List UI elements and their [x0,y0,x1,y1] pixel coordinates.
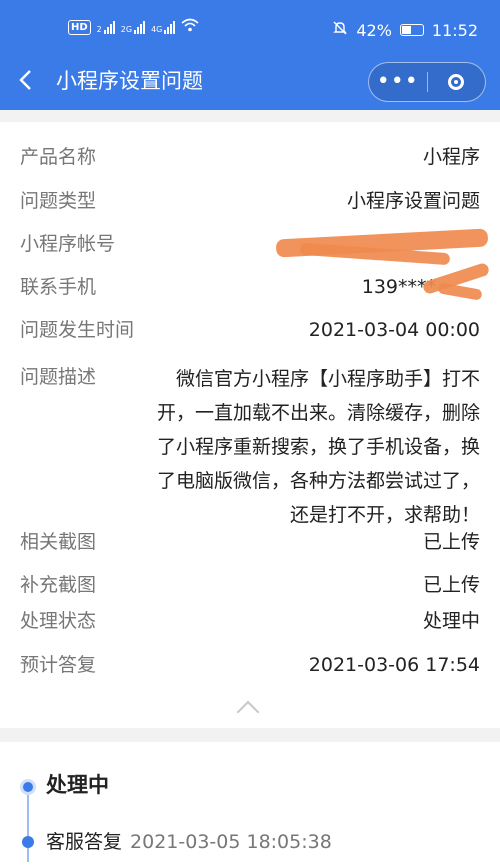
battery-icon [399,24,424,36]
status-value: 处理中 [422,610,480,632]
timeline-entry[interactable]: 客服答复 2021-03-05 18:05:38 [46,828,332,856]
row-phone: 联系手机 139**** [20,274,480,300]
description-value: 微信官方小程序【小程序助手】打不开，一直加载不出来。清除缓存，删除了小程序重新搜… [156,368,480,526]
product-name-label: 产品名称 [20,146,97,168]
ticket-details-card: 产品名称 小程序 问题类型 小程序设置问题 小程序帐号 联系手机 139****… [0,122,500,728]
occur-time-label: 问题发生时间 [20,319,135,341]
screenshots-label: 相关截图 [20,531,97,553]
issue-type-value: 小程序设置问题 [346,190,480,212]
timeline-entry-dot [22,836,34,848]
close-circle-icon[interactable] [428,74,486,90]
expected-reply-label: 预计答复 [20,654,97,676]
product-name-value: 小程序 [422,146,480,168]
wifi-icon [181,18,199,36]
extra-screenshots-label: 补充截图 [20,574,97,596]
top-bar: HD 2 2G 4G 42% 11:52 小程序设置问题 ••• [0,0,500,110]
phone-label: 联系手机 [20,276,97,298]
more-dots-icon[interactable]: ••• [369,65,427,99]
mute-bell-icon [332,20,348,40]
timeline-line [27,792,29,862]
description-label: 问题描述 [20,366,97,388]
status-bar: HD 2 2G 4G 42% 11:52 [0,0,500,58]
row-product-name: 产品名称 小程序 [20,144,480,170]
row-extra-screenshots: 补充截图 已上传 [20,572,480,598]
screenshots-value[interactable]: 已上传 [423,529,480,555]
expected-reply-value: 2021-03-06 17:54 [308,654,480,676]
timeline-current-status: 处理中 [46,773,109,797]
extra-screenshots-value[interactable]: 已上传 [423,572,480,598]
hd-badge: HD [68,19,91,35]
issue-type-label: 问题类型 [20,190,97,212]
row-occur-time: 问题发生时间 2021-03-04 00:00 [20,317,480,343]
navigation-bar: 小程序设置问题 ••• [0,58,500,106]
account-label: 小程序帐号 [20,233,116,255]
timeline-entry-label: 客服答复 [46,831,123,853]
status-label: 处理状态 [20,610,97,632]
row-screenshots: 相关截图 已上传 [20,529,480,555]
clock: 11:52 [431,20,478,40]
row-expected-reply: 预计答复 2021-03-06 17:54 [20,652,480,678]
timeline-current-dot [20,779,36,795]
collapse-chevron-icon[interactable] [236,700,260,724]
back-icon[interactable] [18,62,32,100]
timeline-card: 处理中 客服答复 2021-03-05 18:05:38 [0,742,500,866]
battery-percent: 42% [356,20,392,40]
timeline-entry-time: 2021-03-05 18:05:38 [130,831,332,853]
signal-4g-icon: 4G [151,20,176,34]
occur-time-value: 2021-03-04 00:00 [308,319,480,341]
status-left: HD 2 2G 4G [68,18,199,36]
status-right: 42% 11:52 [332,20,478,40]
mini-program-capsule: ••• [368,62,486,102]
signal-icon: 2 [97,20,115,34]
page-title: 小程序设置问题 [56,69,203,93]
signal-2g-icon: 2G [121,20,146,34]
row-issue-type: 问题类型 小程序设置问题 [20,188,480,214]
row-status: 处理状态 处理中 [20,608,480,634]
